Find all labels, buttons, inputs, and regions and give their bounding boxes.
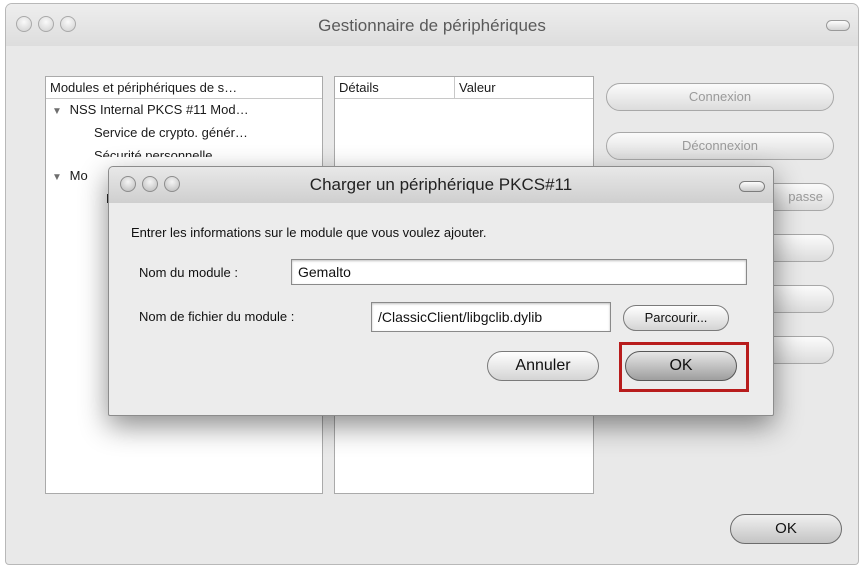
module-file-label: Nom de fichier du module : [139, 309, 295, 324]
tree-item-crypto-service[interactable]: Service de crypto. génér… [94, 122, 248, 144]
window-title: Gestionnaire de périphériques [318, 16, 546, 35]
dialog-titlebar: Charger un périphérique PKCS#11 [109, 167, 773, 203]
browse-button[interactable]: Parcourir... [623, 305, 729, 331]
modules-column-header[interactable]: Modules et périphériques de s… [46, 77, 322, 99]
dialog-toolbar-toggle-icon[interactable] [739, 181, 765, 192]
module-name-input[interactable]: Gemalto [291, 259, 747, 285]
tree-item-personal-security[interactable]: Sécurité personnelle [94, 145, 213, 157]
disclosure-triangle-icon[interactable]: ▼ [52, 101, 66, 121]
connexion-button[interactable]: Connexion [606, 83, 834, 111]
module-file-input[interactable]: /ClassicClient/libgclib.dylib [371, 302, 611, 332]
value-column-header[interactable]: Valeur [455, 77, 593, 99]
toolbar-toggle-icon[interactable] [826, 20, 850, 31]
module-name-label: Nom du module : [139, 265, 238, 280]
details-column-header[interactable]: Détails [335, 77, 455, 99]
disclosure-triangle-icon[interactable]: ▼ [52, 167, 66, 187]
cancel-button[interactable]: Annuler [487, 351, 599, 381]
dialog-instruction: Entrer les informations sur le module qu… [131, 225, 487, 240]
dialog-title: Charger un périphérique PKCS#11 [309, 175, 573, 194]
tree-item-nss-internal[interactable]: ▼ NSS Internal PKCS #11 Mod… [52, 99, 249, 121]
main-ok-button[interactable]: OK [730, 514, 842, 544]
tree-item-module-2[interactable]: ▼ Mo [52, 165, 88, 187]
deconnexion-button[interactable]: Déconnexion [606, 132, 834, 160]
ok-highlight-box [619, 342, 749, 392]
window-titlebar: Gestionnaire de périphériques [6, 4, 858, 46]
